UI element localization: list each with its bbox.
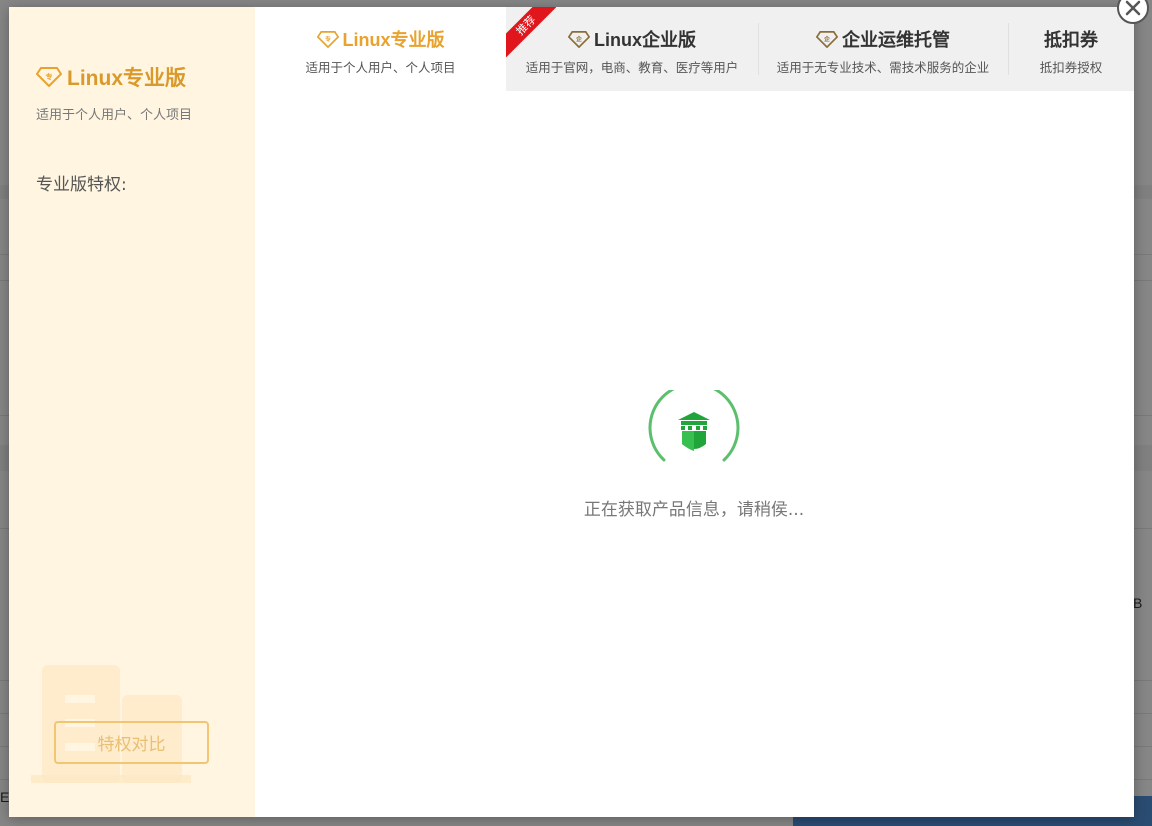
tab-title-text: Linux企业版 [594, 30, 696, 50]
recommend-ribbon-text: 推荐 [506, 7, 556, 57]
sidebar-title-text: Linux专业版 [67, 67, 186, 90]
sidebar-subtitle: 适用于个人用户、个人项目 [36, 108, 193, 123]
tab-voucher[interactable]: 抵扣券 抵扣券授权 [1008, 7, 1134, 91]
loading-text: 正在获取产品信息，请稍侯... [583, 500, 805, 520]
tab-subtitle: 适用于无专业技术、需技术服务的企业 [776, 60, 990, 75]
sidebar-title: 专 Linux专业版 [36, 62, 186, 92]
product-tabs: 专 Linux专业版 适用于个人用户、个人项目 推荐 企 Linux企业版 适用… [255, 7, 1134, 91]
close-icon [1125, 0, 1141, 16]
diamond-enterprise-icon: 企 [816, 30, 838, 48]
privileges-label: 专业版特权: [36, 175, 127, 195]
tab-title: 抵扣券 [1044, 27, 1098, 51]
tab-title-text: 抵扣券 [1044, 30, 1098, 50]
svg-text:企: 企 [575, 35, 582, 43]
building-illustration [31, 665, 191, 783]
tab-title: 企 企业运维托管 [816, 27, 950, 51]
tab-managed-ops[interactable]: 企 企业运维托管 适用于无专业技术、需技术服务的企业 [758, 7, 1008, 91]
tab-title: 企 Linux企业版 [568, 27, 696, 51]
tab-subtitle: 适用于官网，电商、教育、医疗等用户 [525, 60, 739, 75]
loading-spinner [648, 390, 740, 462]
recommend-ribbon: 推荐 [506, 7, 556, 57]
svg-text:专: 专 [46, 72, 53, 81]
dialog-sidebar: 专 Linux专业版 适用于个人用户、个人项目 专业版特权: 特权对比 [9, 7, 255, 817]
diamond-pro-icon: 专 [316, 30, 339, 48]
tab-linux-pro[interactable]: 专 Linux专业版 适用于个人用户、个人项目 [255, 7, 506, 91]
diamond-pro-icon: 专 [36, 67, 62, 87]
tab-title-text: Linux专业版 [342, 30, 445, 50]
bt-castle-icon [678, 412, 710, 451]
svg-text:企: 企 [823, 35, 830, 43]
tab-title: 专 Linux专业版 [316, 27, 445, 51]
tab-subtitle: 适用于个人用户、个人项目 [305, 60, 456, 75]
upgrade-dialog: 专 Linux专业版 适用于个人用户、个人项目 专业版特权: 特权对比 专 Li… [9, 7, 1134, 817]
tab-subtitle: 抵扣券授权 [1039, 60, 1103, 75]
compare-privileges-button[interactable]: 特权对比 [54, 721, 209, 764]
diamond-enterprise-icon: 企 [568, 30, 590, 48]
tab-title-text: 企业运维托管 [842, 30, 950, 50]
tab-linux-enterprise[interactable]: 推荐 企 Linux企业版 适用于官网，电商、教育、医疗等用户 [506, 7, 758, 91]
svg-text:专: 专 [325, 35, 331, 43]
